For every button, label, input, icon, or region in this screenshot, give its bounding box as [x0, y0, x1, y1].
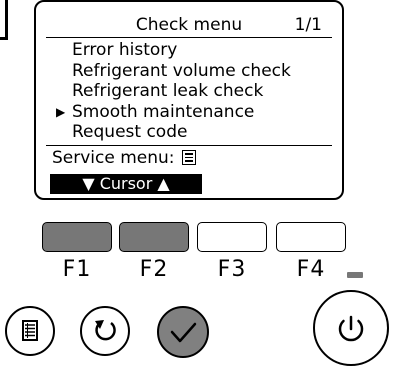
header-divider	[46, 37, 332, 38]
selection-cursor-icon: ▶	[56, 104, 66, 119]
menu-item-refrigerant-leak-check[interactable]: Refrigerant leak check	[56, 81, 291, 102]
menu-item-label: Request code	[72, 122, 188, 142]
service-menu-label: Service menu:	[52, 148, 175, 168]
power-icon	[338, 315, 364, 342]
f2-label: F2	[139, 257, 169, 282]
menu-item-label: Error history	[72, 40, 178, 60]
power-button[interactable]	[313, 290, 389, 366]
menu-item-label: Refrigerant leak check	[72, 81, 264, 101]
menu-icon	[181, 150, 196, 165]
menu-item-smooth-maintenance[interactable]: ▶ Smooth maintenance	[56, 102, 291, 123]
confirm-button[interactable]	[157, 306, 209, 358]
menu-icon	[22, 320, 38, 341]
page-indicator: 1/1	[294, 15, 322, 35]
back-arrow-icon	[95, 320, 116, 341]
f4-label: F4	[296, 257, 326, 282]
corner-bracket-mark	[0, 0, 8, 40]
menu-item-refrigerant-volume-check[interactable]: Refrigerant volume check	[56, 61, 291, 82]
menu-item-request-code[interactable]: Request code	[56, 122, 291, 143]
f3-button[interactable]	[197, 222, 267, 252]
cursor-guide-bar: ▼ Cursor ▲	[50, 174, 202, 194]
lcd-screen: Check menu 1/1 Error history Refrigerant…	[34, 0, 344, 200]
service-menu-hint: Service menu:	[52, 147, 196, 169]
f3-label: F3	[217, 257, 247, 282]
menu-item-label: Refrigerant volume check	[72, 60, 291, 81]
check-menu-list: Error history Refrigerant volume check R…	[56, 40, 291, 143]
screen-header: Check menu 1/1	[36, 14, 342, 36]
menu-item-label: Smooth maintenance	[72, 101, 255, 122]
f4-button[interactable]	[276, 222, 346, 252]
f1-button[interactable]	[42, 222, 112, 252]
operation-lamp	[347, 272, 363, 278]
footer-divider	[46, 145, 332, 146]
menu-button[interactable]	[5, 306, 55, 356]
f2-button[interactable]	[119, 222, 189, 252]
back-button[interactable]	[80, 306, 130, 356]
menu-item-error-history[interactable]: Error history	[56, 40, 291, 61]
f1-label: F1	[62, 257, 92, 282]
checkmark-icon	[170, 322, 197, 343]
